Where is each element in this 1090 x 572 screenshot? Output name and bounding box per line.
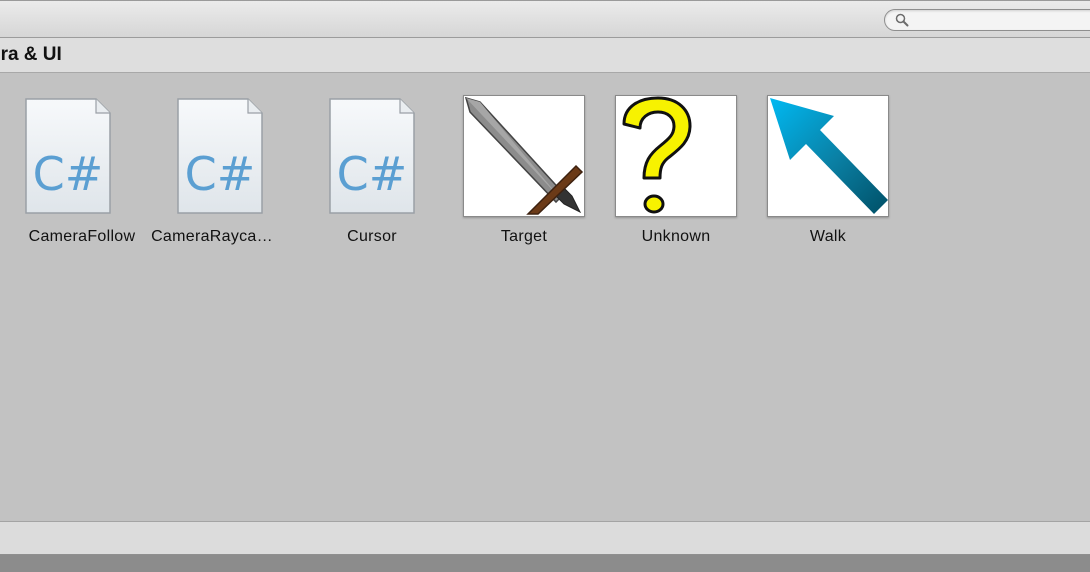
search-icon bbox=[895, 13, 909, 27]
asset-item-target[interactable]: Target bbox=[454, 95, 594, 255]
svg-text:C#: C# bbox=[33, 147, 104, 201]
arrow-icon bbox=[770, 98, 888, 214]
texture-thumbnail bbox=[463, 95, 585, 217]
bottom-strip bbox=[0, 555, 1090, 572]
asset-item-cursor[interactable]: C# Cursor bbox=[302, 95, 442, 255]
asset-item-walk[interactable]: Walk bbox=[758, 95, 898, 255]
csharp-script-icon: C# bbox=[329, 98, 415, 214]
texture-thumbnail bbox=[767, 95, 889, 217]
asset-label: CameraFollow bbox=[28, 228, 136, 245]
csharp-script-icon: C# bbox=[177, 98, 263, 214]
breadcrumb-folder[interactable]: era & UI bbox=[0, 44, 62, 66]
asset-label: Walk bbox=[809, 228, 847, 245]
breadcrumb: era & UI bbox=[0, 38, 1090, 73]
toolbar bbox=[0, 0, 1090, 38]
asset-label: Target bbox=[500, 228, 548, 245]
sword-icon bbox=[464, 96, 584, 215]
asset-grid: C# CameraFollow C# CameraRayca… C# Curso… bbox=[0, 73, 1090, 521]
csharp-script-icon: C# bbox=[25, 98, 111, 214]
search-input[interactable] bbox=[913, 12, 1090, 30]
status-bar bbox=[0, 521, 1090, 555]
asset-item-camerafollow[interactable]: C# CameraFollow bbox=[12, 95, 152, 255]
search-field[interactable] bbox=[884, 9, 1090, 31]
asset-label: Cursor bbox=[347, 228, 397, 245]
svg-text:C#: C# bbox=[185, 147, 256, 201]
texture-thumbnail bbox=[615, 95, 737, 217]
svg-text:C#: C# bbox=[337, 147, 408, 201]
asset-item-cameraraycast[interactable]: C# CameraRayca… bbox=[142, 95, 282, 255]
question-mark-icon bbox=[622, 96, 692, 214]
asset-label: CameraRayca… bbox=[151, 228, 273, 245]
asset-label: Unknown bbox=[641, 228, 711, 245]
asset-item-unknown[interactable]: Unknown bbox=[606, 95, 746, 255]
